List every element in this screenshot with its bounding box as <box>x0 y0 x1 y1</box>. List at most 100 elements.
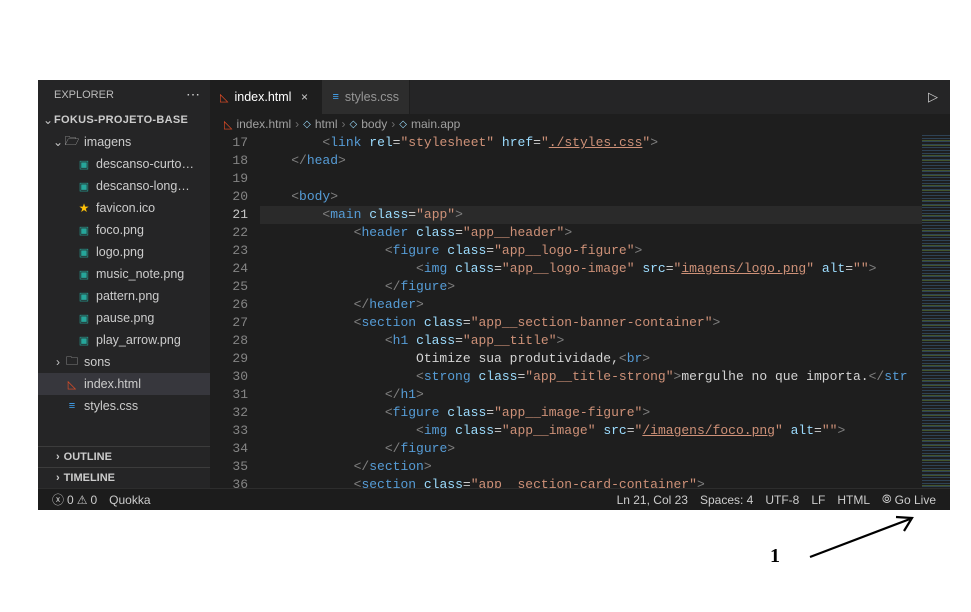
warning-count: 0 <box>90 493 97 507</box>
line-number[interactable]: 17 <box>210 134 248 152</box>
status-encoding[interactable]: UTF-8 <box>759 492 805 507</box>
line-number[interactable]: 32 <box>210 404 248 422</box>
status-go-live[interactable]: ⦾Go Live <box>876 492 942 507</box>
folder-imagens[interactable]: ⌄ 🗁 imagens <box>38 131 210 153</box>
code-line[interactable]: <figure class="app__image-figure"> <box>260 404 922 422</box>
line-number[interactable]: 22 <box>210 224 248 242</box>
code-line[interactable]: <img class="app__logo-image" src="imagen… <box>260 260 922 278</box>
code-line[interactable]: </h1> <box>260 386 922 404</box>
tab-index-html[interactable]: ◺ index.html × <box>210 80 322 114</box>
main-area: EXPLORER ⋯ ⌄ FOKUS-PROJETO-BASE ⌄ 🗁 imag… <box>38 80 950 488</box>
folder-sons[interactable]: › 🗀 sons <box>38 351 210 373</box>
line-number[interactable]: 28 <box>210 332 248 350</box>
code-editor[interactable]: 1718192021222324252627282930313233343536… <box>210 134 950 488</box>
line-number[interactable]: 35 <box>210 458 248 476</box>
code-content[interactable]: <link rel="stylesheet" href="./styles.cs… <box>260 134 922 488</box>
code-line[interactable]: </section> <box>260 458 922 476</box>
code-line[interactable]: <strong class="app__title-strong">mergul… <box>260 368 922 386</box>
tab-label: styles.css <box>345 90 399 104</box>
file-label: index.html <box>84 377 141 391</box>
outline-section[interactable]: ›OUTLINE <box>38 446 210 467</box>
line-number[interactable]: 20 <box>210 188 248 206</box>
file-descanso-curto[interactable]: ▣descanso-curto… <box>38 153 210 175</box>
status-spaces[interactable]: Spaces: 4 <box>694 492 759 507</box>
breadcrumb-body[interactable]: ◇body <box>350 117 388 131</box>
file-descanso-long[interactable]: ▣descanso-long… <box>38 175 210 197</box>
status-problems[interactable]: ⓧ0 ⚠0 <box>46 491 103 508</box>
vscode-window: EXPLORER ⋯ ⌄ FOKUS-PROJETO-BASE ⌄ 🗁 imag… <box>38 80 950 510</box>
code-line[interactable]: <body> <box>260 188 922 206</box>
code-line[interactable]: <link rel="stylesheet" href="./styles.cs… <box>260 134 922 152</box>
line-number[interactable]: 25 <box>210 278 248 296</box>
line-number[interactable]: 29 <box>210 350 248 368</box>
explorer-sidebar: EXPLORER ⋯ ⌄ FOKUS-PROJETO-BASE ⌄ 🗁 imag… <box>38 80 210 488</box>
error-count: 0 <box>67 493 74 507</box>
code-line[interactable]: <main class="app"> <box>260 206 922 224</box>
line-number[interactable]: 21 <box>210 206 248 224</box>
code-line[interactable]: Otimize sua produtividade,<br> <box>260 350 922 368</box>
line-number[interactable]: 27 <box>210 314 248 332</box>
breadcrumb-file[interactable]: ◺index.html <box>224 117 291 131</box>
code-line[interactable]: <section class="app__section-banner-cont… <box>260 314 922 332</box>
line-number[interactable]: 30 <box>210 368 248 386</box>
line-number[interactable]: 33 <box>210 422 248 440</box>
line-number[interactable]: 36 <box>210 476 248 488</box>
code-line[interactable]: </head> <box>260 152 922 170</box>
code-line[interactable]: </figure> <box>260 440 922 458</box>
play-icon[interactable]: ▷ <box>928 89 938 105</box>
line-number[interactable]: 19 <box>210 170 248 188</box>
code-line[interactable]: <figure class="app__logo-figure"> <box>260 242 922 260</box>
image-icon: ▣ <box>76 266 92 282</box>
status-eol[interactable]: LF <box>805 492 831 507</box>
code-line[interactable] <box>260 170 922 188</box>
file-play-arrow[interactable]: ▣ play_arrow.png <box>38 329 210 351</box>
code-line[interactable]: <img class="app__image" src="/imagens/fo… <box>260 422 922 440</box>
code-line[interactable]: </figure> <box>260 278 922 296</box>
line-number[interactable]: 34 <box>210 440 248 458</box>
image-icon: ▣ <box>76 222 92 238</box>
gutter[interactable]: 1718192021222324252627282930313233343536 <box>210 134 260 488</box>
line-number[interactable]: 18 <box>210 152 248 170</box>
image-icon: ▣ <box>76 332 92 348</box>
timeline-section[interactable]: ›TIMELINE <box>38 467 210 488</box>
project-name: FOKUS-PROJETO-BASE <box>54 114 188 126</box>
chevron-right-icon: › <box>391 117 395 131</box>
minimap[interactable] <box>922 134 950 488</box>
chevron-right-icon: › <box>295 117 299 131</box>
project-root[interactable]: ⌄ FOKUS-PROJETO-BASE <box>38 109 210 131</box>
status-bar: ⓧ0 ⚠0 Quokka Ln 21, Col 23 Spaces: 4 UTF… <box>38 488 950 510</box>
file-foco[interactable]: ▣foco.png <box>38 219 210 241</box>
symbol-icon: ◇ <box>350 119 358 130</box>
chevron-right-icon: › <box>52 355 64 369</box>
breadcrumb-main[interactable]: ◇main.app <box>399 117 460 131</box>
code-line[interactable]: </header> <box>260 296 922 314</box>
file-logo[interactable]: ▣logo.png <box>38 241 210 263</box>
image-icon: ▣ <box>76 310 92 326</box>
file-pattern[interactable]: ▣pattern.png <box>38 285 210 307</box>
explorer-more-icon[interactable]: ⋯ <box>186 86 200 103</box>
file-music-note[interactable]: ▣music_note.png <box>38 263 210 285</box>
code-line[interactable]: <section class="app__section-card-contai… <box>260 476 922 488</box>
status-quokka[interactable]: Quokka <box>103 493 156 507</box>
line-number[interactable]: 26 <box>210 296 248 314</box>
file-styles-css[interactable]: ≡styles.css <box>38 395 210 417</box>
breadcrumb-html[interactable]: ◇html <box>303 117 337 131</box>
file-pause[interactable]: ▣pause.png <box>38 307 210 329</box>
line-number[interactable]: 24 <box>210 260 248 278</box>
file-label: play_arrow.png <box>96 333 181 347</box>
file-favicon[interactable]: ★favicon.ico <box>38 197 210 219</box>
status-cursor[interactable]: Ln 21, Col 23 <box>611 492 694 507</box>
annotation-number: 1 <box>770 545 780 568</box>
tab-styles-css[interactable]: ≡ styles.css <box>322 80 410 114</box>
css-icon: ≡ <box>332 91 338 103</box>
file-index-html[interactable]: ◺index.html <box>38 373 210 395</box>
html-icon: ◺ <box>224 118 232 131</box>
line-number[interactable]: 31 <box>210 386 248 404</box>
code-line[interactable]: <h1 class="app__title"> <box>260 332 922 350</box>
file-label: descanso-long… <box>96 179 190 193</box>
code-line[interactable]: <header class="app__header"> <box>260 224 922 242</box>
tab-label: index.html <box>234 90 291 104</box>
line-number[interactable]: 23 <box>210 242 248 260</box>
status-language[interactable]: HTML <box>831 492 876 507</box>
close-icon[interactable]: × <box>297 90 311 104</box>
